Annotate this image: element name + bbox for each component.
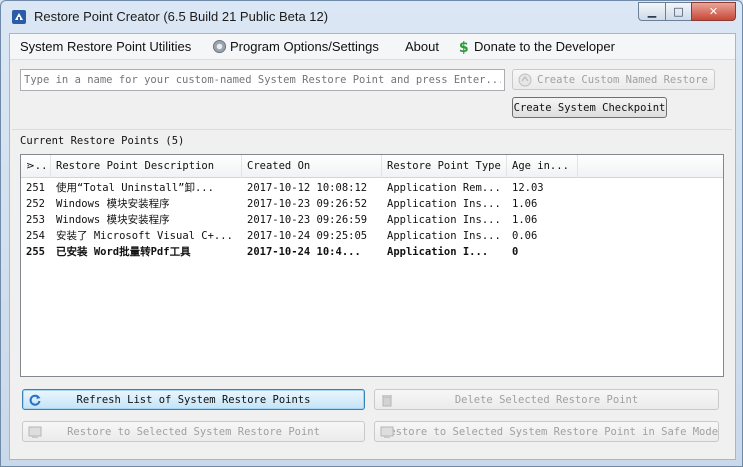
menu-system-restore-utilities[interactable]: System Restore Point Utilities [20,39,191,54]
cell-age: 12.03 [512,182,544,194]
window-title: Restore Point Creator (6.5 Build 21 Publ… [34,9,329,24]
close-icon: ✕ [708,5,719,18]
cell-id: 252 [26,198,45,210]
create-system-checkpoint-button[interactable]: Create System Checkpoint [512,97,667,118]
menu-donate[interactable]: $ Donate to the Developer [456,39,615,54]
cell-created: 2017-10-24 10:4... [247,246,361,258]
cell-type: Application I... [387,246,489,258]
button-label: Delete Selected Restore Point [454,393,639,406]
minimize-button[interactable]: ▁ [638,2,665,21]
create-restore-icon [518,73,532,87]
cell-type: Application Ins... [387,198,501,210]
close-button[interactable]: ✕ [691,2,736,21]
menu-label: System Restore Point Utilities [20,39,192,54]
refresh-icon [29,394,41,406]
cell-description: 已安装 Word批量转Pdf工具 [56,246,191,258]
cell-description: 使用“Total Uninstall”卸... [56,182,214,194]
delete-restore-point-button[interactable]: Delete Selected Restore Point [374,389,719,410]
settings-gear-icon [212,39,227,54]
app-window: Restore Point Creator (6.5 Build 21 Publ… [0,0,743,467]
svg-text:$: $ [459,40,469,54]
table-row[interactable]: 252 Windows 模块安装程序 2017-10-23 09:26:52 A… [21,196,723,212]
menu-label: About [405,39,439,54]
column-header-description[interactable]: Restore Point Description [51,155,242,178]
cell-type: Application Ins... [387,214,501,226]
cell-created: 2017-10-23 09:26:52 [247,198,368,210]
refresh-list-button[interactable]: Refresh List of System Restore Points [22,389,365,410]
column-header-id[interactable]: ⋗.. [21,155,51,178]
separator [12,129,732,130]
cell-age: 1.06 [512,214,538,226]
cell-id: 253 [26,214,45,226]
safe-mode-restore-icon [380,426,394,438]
cell-description: 安装了 Microsoft Visual C+... [56,230,233,242]
cell-type: Application Ins... [387,230,501,242]
cell-age: 0 [512,246,519,258]
create-named-restore-button[interactable]: Create Custom Named Restore [512,69,715,90]
cell-age: 0.06 [512,230,538,242]
restore-points-list[interactable]: ⋗.. Restore Point Description Created On… [20,154,724,377]
table-row[interactable]: 254 安装了 Microsoft Visual C+... 2017-10-2… [21,228,723,244]
cell-age: 1.06 [512,198,538,210]
restore-safe-mode-button[interactable]: Restore to Selected System Restore Point… [374,421,719,442]
current-restore-points-label: Current Restore Points (5) [20,135,185,147]
table-row[interactable]: 251 使用“Total Uninstall”卸... 2017-10-12 1… [21,180,723,196]
minimize-icon: ▁ [647,5,657,18]
trash-icon [382,395,392,407]
restore-icon [28,426,42,438]
title-bar[interactable]: Restore Point Creator (6.5 Build 21 Publ… [1,1,742,33]
cell-created: 2017-10-12 10:08:12 [247,182,368,194]
restore-selected-button[interactable]: Restore to Selected System Restore Point [22,421,365,442]
table-row[interactable]: 255 已安装 Word批量转Pdf工具 2017-10-24 10:4... … [21,244,723,260]
column-header-age[interactable]: Age in... [507,155,578,178]
menu-about[interactable]: About [405,39,439,54]
cell-id: 254 [26,230,45,242]
main-panel: System Restore Point Utilities Program O… [9,33,736,460]
app-icon [12,10,26,24]
cell-id: 255 [26,246,45,258]
restore-point-name-input[interactable] [20,69,505,91]
window-controls: ▁ □ ✕ [638,2,736,22]
maximize-button[interactable]: □ [665,2,691,21]
button-label: Restore to Selected System Restore Point [67,425,320,438]
maximize-icon: □ [673,5,684,18]
menu-bar: System Restore Point Utilities Program O… [10,34,735,60]
cell-id: 251 [26,182,45,194]
table-row[interactable]: 253 Windows 模块安装程序 2017-10-23 09:26:59 A… [21,212,723,228]
button-label: Create Custom Named Restore [537,73,708,86]
cell-type: Application Rem... [387,182,501,194]
menu-program-options[interactable]: Program Options/Settings [212,39,379,54]
list-header: ⋗.. Restore Point Description Created On… [21,155,723,178]
cell-created: 2017-10-24 09:25:05 [247,230,368,242]
button-label: Refresh List of System Restore Points [76,393,311,406]
menu-label: Program Options/Settings [230,39,379,54]
button-label: Create System Checkpoint [513,101,666,114]
dollar-icon: $ [459,40,469,54]
button-label: Restore to Selected System Restore Point… [382,425,719,438]
column-header-created[interactable]: Created On [242,155,382,178]
menu-label: Donate to the Developer [474,39,615,54]
cell-created: 2017-10-23 09:26:59 [247,214,368,226]
cell-description: Windows 模块安装程序 [56,214,170,226]
column-header-type[interactable]: Restore Point Type [382,155,507,178]
cell-description: Windows 模块安装程序 [56,198,170,210]
